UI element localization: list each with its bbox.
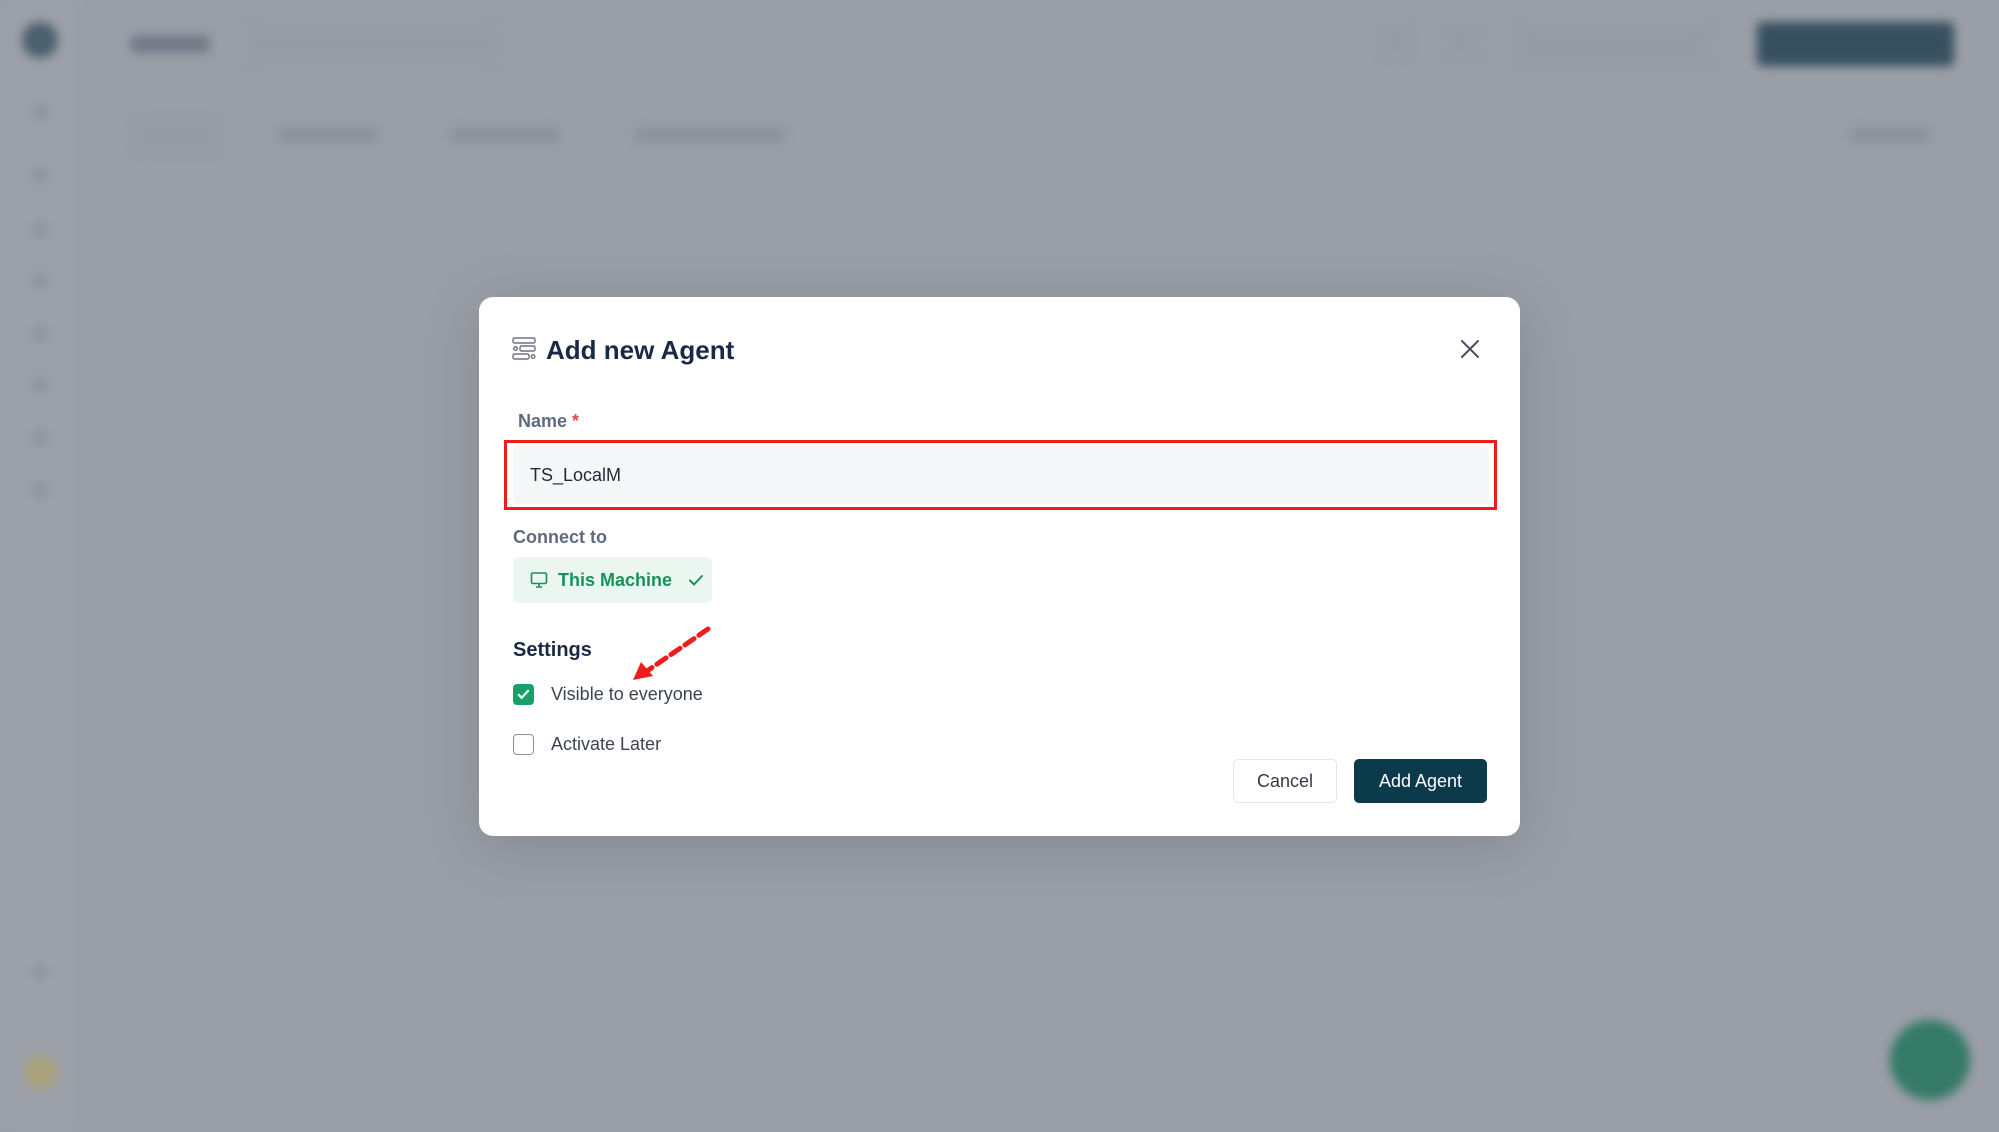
required-mark: * — [572, 411, 580, 431]
add-agent-dialog: Add new Agent Name * Connect to This Mac… — [479, 297, 1520, 836]
connect-to-label: Connect to — [513, 527, 607, 547]
sidebar-item[interactable] — [33, 326, 47, 340]
chat-widget[interactable] — [1890, 1020, 1970, 1100]
sidebar-item[interactable] — [33, 378, 47, 392]
add-agent-button[interactable]: Add Agent — [1354, 759, 1487, 803]
activate-later-checkbox[interactable]: Activate Later — [513, 734, 661, 755]
icon-button[interactable] — [1380, 28, 1410, 58]
connect-this-machine-option[interactable]: This Machine — [513, 557, 712, 603]
sidebar-item[interactable] — [33, 222, 47, 236]
check-icon — [689, 575, 704, 586]
connect-option-label: This Machine — [558, 569, 673, 590]
primary-header-button[interactable] — [1757, 22, 1954, 66]
name-label-text: Name — [518, 411, 568, 431]
sidebar-item[interactable] — [33, 484, 47, 498]
avatar[interactable] — [24, 1055, 58, 1089]
tab[interactable] — [278, 128, 378, 142]
sort-dropdown[interactable] — [1850, 128, 1930, 142]
cancel-button[interactable]: Cancel — [1233, 759, 1337, 803]
tab[interactable] — [135, 118, 220, 154]
settings-heading: Settings — [513, 639, 592, 661]
dialog-title: Add new Agent — [546, 335, 735, 365]
checkbox-label: Visible to everyone — [551, 684, 703, 704]
name-input[interactable] — [513, 446, 1489, 504]
sidebar — [0, 0, 79, 1132]
annotation-arrow — [633, 626, 711, 680]
close-icon[interactable] — [1460, 339, 1480, 359]
sidebar-item[interactable] — [33, 168, 47, 182]
tab[interactable] — [450, 128, 560, 142]
monitor-icon — [530, 572, 548, 588]
search-input[interactable] — [245, 25, 500, 63]
agent-list-icon — [512, 337, 536, 360]
checkbox-label: Activate Later — [551, 734, 662, 754]
checkbox-checked[interactable] — [513, 684, 534, 705]
header-button[interactable] — [1520, 25, 1710, 65]
checkbox-unchecked[interactable] — [513, 734, 534, 755]
page-title — [130, 35, 210, 53]
icon-button[interactable] — [1448, 28, 1478, 58]
name-label: Name * — [518, 411, 579, 432]
logo — [22, 22, 58, 58]
tab[interactable] — [635, 128, 785, 142]
sidebar-item[interactable] — [33, 274, 47, 288]
check-icon — [517, 689, 530, 700]
sidebar-item[interactable] — [33, 430, 47, 444]
sidebar-item[interactable] — [33, 105, 47, 119]
visible-to-everyone-checkbox[interactable]: Visible to everyone — [513, 684, 703, 705]
sidebar-item[interactable] — [33, 965, 47, 979]
